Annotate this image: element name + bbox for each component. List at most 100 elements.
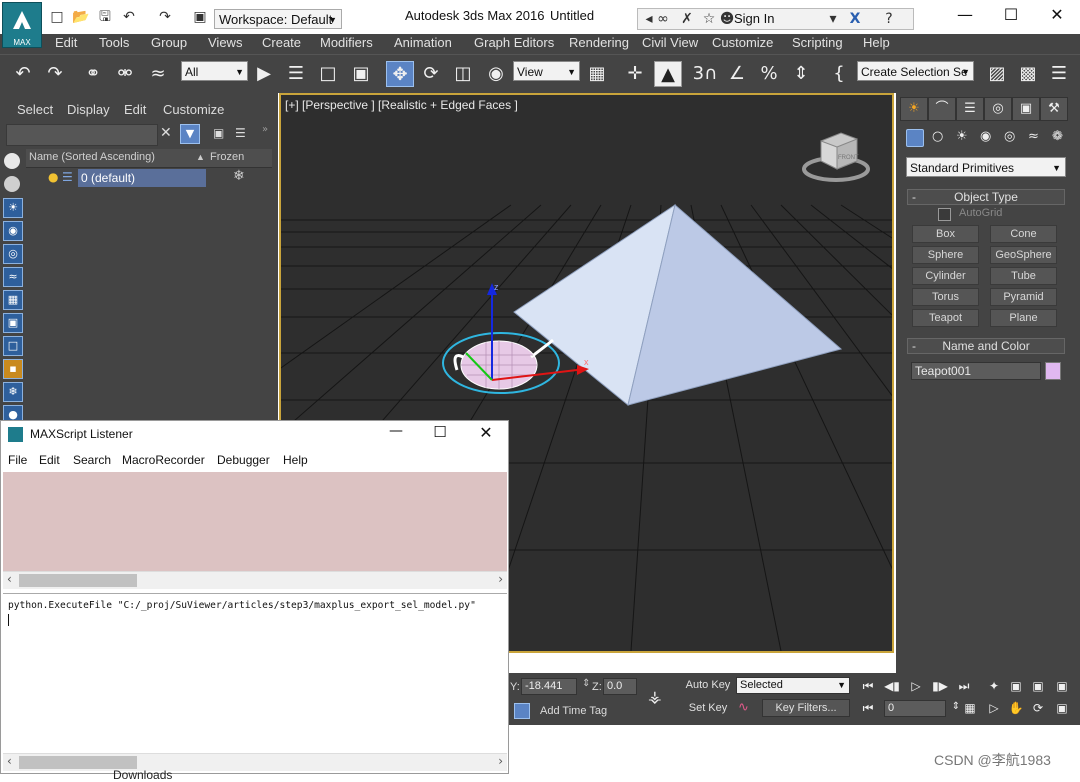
auto-key-button[interactable]: Auto Key xyxy=(684,677,732,695)
select-rotate-icon[interactable]: ⟳ xyxy=(419,61,443,87)
keyboard-shortcut-override-icon[interactable]: ▲ xyxy=(654,61,682,87)
select-object-icon[interactable]: ▶ xyxy=(252,61,276,87)
favorites-star-icon[interactable]: ☆ xyxy=(700,11,718,27)
edit-named-selection-icon[interactable]: { xyxy=(826,61,852,87)
listener-maximize-button[interactable]: ☐ xyxy=(425,423,455,445)
close-button[interactable]: ✕ xyxy=(1034,0,1080,30)
time-configuration-icon[interactable]: ▦ xyxy=(960,701,980,715)
scene-tab-edit[interactable]: Edit xyxy=(124,102,146,117)
zoom-all-icon[interactable]: ▣ xyxy=(1006,679,1026,693)
pivot-center-icon[interactable]: ▦ xyxy=(585,61,609,87)
display-helpers-icon[interactable]: ◎ xyxy=(3,244,23,264)
new-file-icon[interactable]: □ xyxy=(48,9,66,25)
view-cube[interactable]: FRONT xyxy=(802,132,870,182)
display-object-xrefs-icon[interactable]: ▣ xyxy=(3,313,23,333)
bind-space-warp-icon[interactable]: ≈ xyxy=(145,61,171,87)
helpers-category-icon[interactable]: ◎ xyxy=(1004,129,1015,144)
display-cameras-icon[interactable]: ◉ xyxy=(3,221,23,241)
menu-edit[interactable]: Edit xyxy=(55,35,77,50)
display-groups-icon[interactable]: ▦ xyxy=(3,290,23,310)
scene-tab-select[interactable]: Select xyxy=(17,102,53,117)
motion-tab-icon[interactable]: ◎ xyxy=(984,97,1012,121)
scroll-right-icon[interactable]: › xyxy=(498,754,503,768)
systems-category-icon[interactable]: ❁ xyxy=(1052,129,1063,144)
spacewarps-category-icon[interactable]: ≈ xyxy=(1028,129,1039,144)
z-coord-input[interactable]: 0.0 xyxy=(603,678,637,695)
scroll-left-icon[interactable]: ‹ xyxy=(7,572,12,586)
menu-create[interactable]: Create xyxy=(262,35,301,50)
pyramid-object[interactable] xyxy=(513,203,843,406)
modify-tab-icon[interactable]: ⌒ xyxy=(928,97,956,121)
help-icon[interactable]: ? xyxy=(880,11,898,27)
window-crossing-icon[interactable]: ▣ xyxy=(349,61,373,87)
autogrid-checkbox[interactable] xyxy=(938,208,951,221)
reference-coordinate-dropdown[interactable]: View ▼ xyxy=(513,61,580,81)
listener-menu-search[interactable]: Search xyxy=(73,453,111,467)
open-file-icon[interactable]: 📂 xyxy=(72,9,90,25)
column-name-header[interactable]: Name (Sorted Ascending) xyxy=(29,151,155,163)
display-tab-icon[interactable]: ▣ xyxy=(1012,97,1040,121)
listener-menu-file[interactable]: File xyxy=(8,453,27,467)
zoom-extents-all-icon[interactable]: ▣ xyxy=(1052,679,1072,693)
name-and-color-rollout[interactable]: - Name and Color xyxy=(907,338,1065,354)
filter-icon[interactable]: ▼ xyxy=(180,124,200,144)
redo-icon[interactable]: ↷ xyxy=(42,61,68,87)
align-icon[interactable]: ▩ xyxy=(1016,61,1040,87)
menu-tools[interactable]: Tools xyxy=(99,35,129,50)
menu-customize[interactable]: Customize xyxy=(712,35,773,50)
display-shapes-icon[interactable] xyxy=(4,176,20,192)
scroll-right-icon[interactable]: › xyxy=(498,572,503,586)
listener-input-pane[interactable]: python.ExecuteFile "C:/_proj/SuViewer/ar… xyxy=(3,593,507,754)
create-tab-icon[interactable]: ☀ xyxy=(900,97,928,121)
menu-help[interactable]: Help xyxy=(863,35,890,50)
plane-button[interactable]: Plane xyxy=(990,309,1057,327)
scrollbar-thumb[interactable] xyxy=(19,574,137,587)
expand-icon[interactable]: » xyxy=(262,124,268,135)
key-mode-dropdown[interactable]: Selected ▼ xyxy=(736,677,850,694)
play-icon[interactable]: ▷ xyxy=(906,679,926,693)
app-logo-button[interactable]: MAX xyxy=(2,2,42,48)
next-frame-icon[interactable]: ▮▶ xyxy=(930,679,950,693)
zoom-extents-icon[interactable]: ▣ xyxy=(1028,679,1048,693)
menu-animation[interactable]: Animation xyxy=(394,35,452,50)
minimize-button[interactable]: — xyxy=(942,0,988,30)
cone-button[interactable]: Cone xyxy=(990,225,1057,243)
undo-icon[interactable]: ↶ xyxy=(120,9,138,25)
listener-menu-debugger[interactable]: Debugger xyxy=(217,453,270,467)
display-frozen-icon[interactable]: ❄ xyxy=(3,382,23,402)
placement-icon[interactable]: ◉ xyxy=(484,61,508,87)
link-icon[interactable]: ⚭ xyxy=(80,61,106,87)
menu-group[interactable]: Group xyxy=(151,35,187,50)
display-spacewarps-icon[interactable]: ≈ xyxy=(3,267,23,287)
object-name-input[interactable]: Teapot001 xyxy=(911,362,1041,380)
go-to-start-icon[interactable]: ⏮ xyxy=(858,679,878,694)
pyramid-button[interactable]: Pyramid xyxy=(990,288,1057,306)
cameras-category-icon[interactable]: ◉ xyxy=(980,129,991,144)
percent-snap-icon[interactable]: % xyxy=(756,61,782,87)
layer-manager-icon[interactable]: ☰ xyxy=(1047,61,1071,87)
scroll-left-icon[interactable]: ‹ xyxy=(7,754,12,768)
listener-minimize-button[interactable]: — xyxy=(381,423,411,445)
display-containers-icon[interactable]: ▪ xyxy=(3,359,23,379)
shapes-category-icon[interactable]: ○ xyxy=(932,129,943,144)
sphere-button[interactable]: Sphere xyxy=(912,246,979,264)
set-key-button[interactable]: Set Key xyxy=(684,700,732,718)
chevron-down-icon[interactable]: ▾ xyxy=(824,11,842,27)
geosphere-button[interactable]: GeoSphere xyxy=(990,246,1057,264)
undo-icon[interactable]: ↶ xyxy=(10,61,36,87)
orbit-icon[interactable]: ⟳ xyxy=(1028,701,1048,715)
key-filters-button[interactable]: Key Filters... xyxy=(762,699,850,717)
cylinder-button[interactable]: Cylinder xyxy=(912,267,979,285)
listener-close-button[interactable]: ✕ xyxy=(471,423,501,445)
rectangular-selection-icon[interactable]: □ xyxy=(316,61,340,87)
torus-button[interactable]: Torus xyxy=(912,288,979,306)
key-curve-icon[interactable]: ∿ xyxy=(738,700,749,715)
menu-rendering[interactable]: Rendering xyxy=(569,35,629,50)
teapot-object[interactable] xyxy=(442,332,560,394)
time-tag-icon[interactable] xyxy=(514,703,530,719)
listener-macro-recorder-pane[interactable] xyxy=(3,472,507,571)
utilities-tab-icon[interactable]: ⚒ xyxy=(1040,97,1068,121)
scene-tab-customize[interactable]: Customize xyxy=(163,102,224,117)
lights-category-icon[interactable]: ☀ xyxy=(956,129,968,144)
named-selection-dropdown[interactable]: Create Selection Se ▼ xyxy=(857,61,974,81)
